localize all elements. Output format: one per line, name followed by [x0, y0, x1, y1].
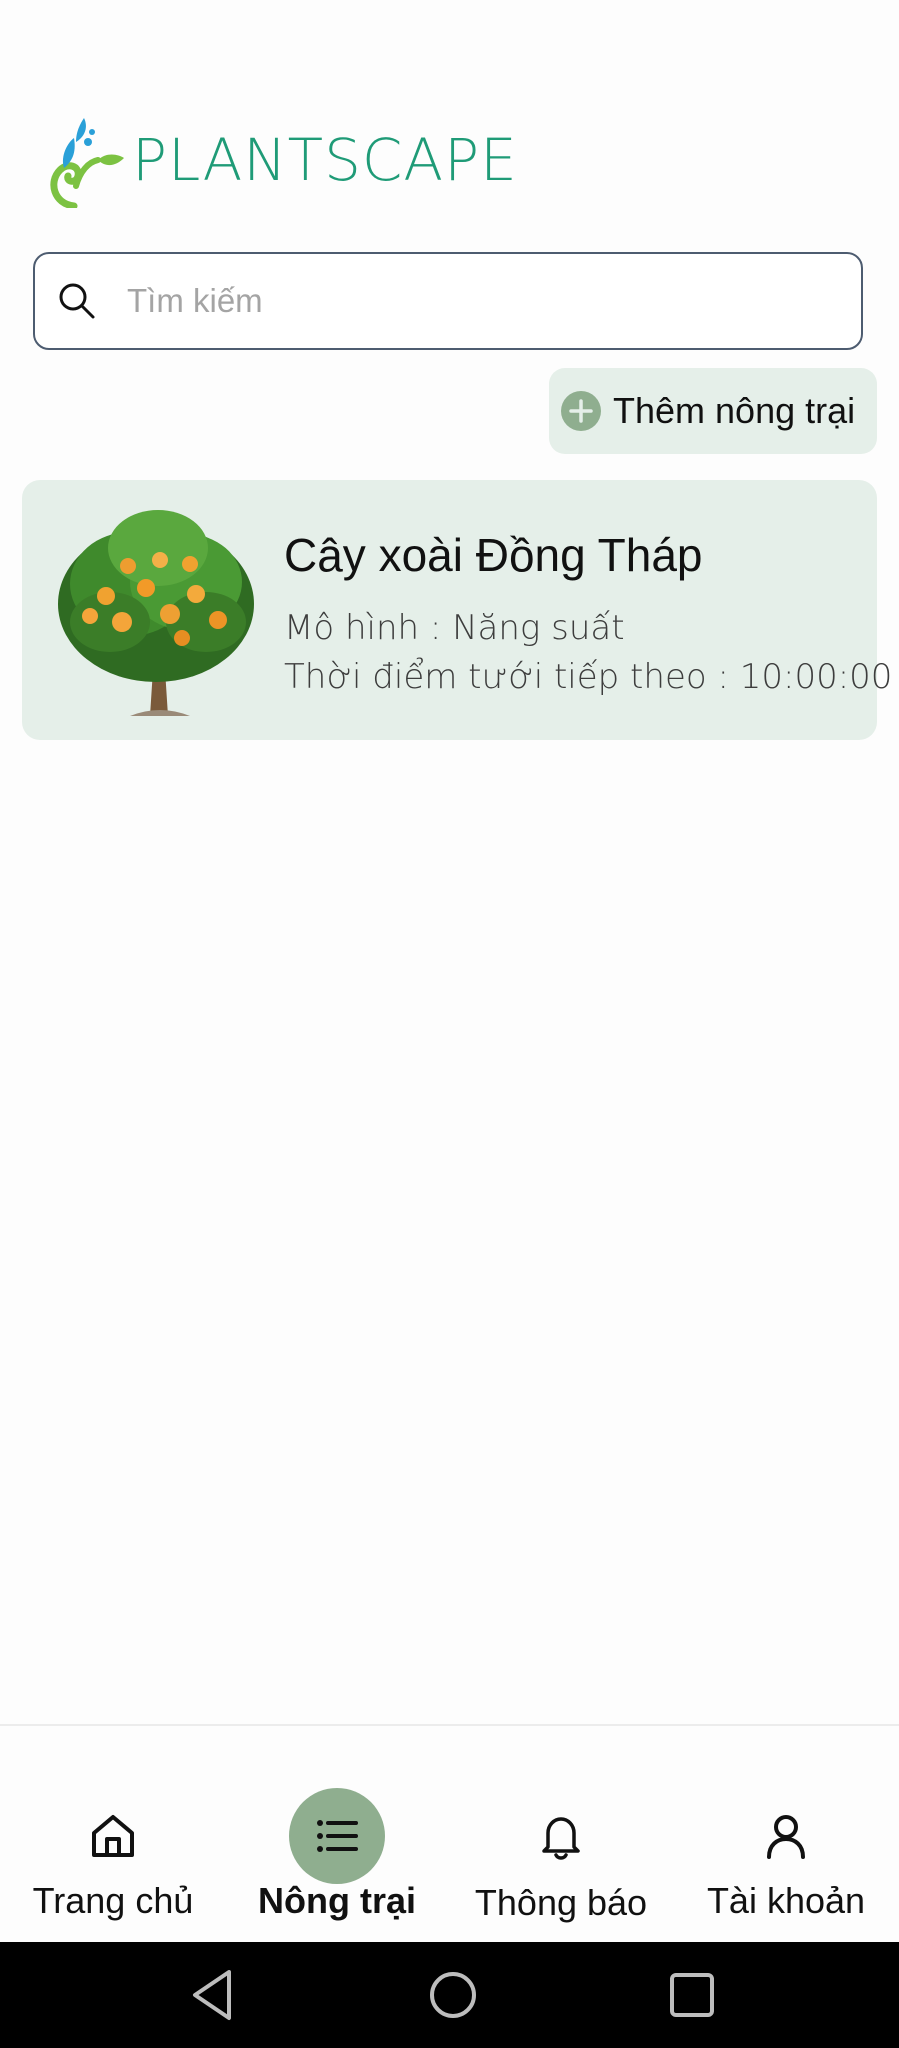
farm-card[interactable]: Cây xoài Đồng Tháp Mô hình : Năng suất T… [22, 480, 892, 740]
farm-next-watering: Thời điểm tưới tiếp theo : 10:00:00 [284, 657, 893, 697]
app-name: PLANTSCAPE [132, 126, 518, 194]
search-icon [59, 283, 95, 319]
add-farm-label: Thêm nông trại [613, 390, 856, 431]
search-input[interactable] [125, 281, 809, 321]
system-nav-bar [0, 1942, 899, 2048]
nav-item-farm[interactable]: Nông trại [225, 1726, 449, 1942]
add-farm-button[interactable]: Thêm nông trại [549, 368, 877, 454]
nav-item-account[interactable]: Tài khoản [674, 1726, 898, 1942]
recents-icon[interactable] [661, 1964, 723, 2026]
farm-model: Mô hình : Năng suất [284, 608, 625, 648]
list-icon-wrap [289, 1788, 385, 1884]
person-icon-wrap [738, 1788, 834, 1884]
home-icon [92, 1815, 134, 1857]
nav-label-account: Tài khoản [706, 1880, 866, 1921]
bell-icon [542, 1817, 580, 1860]
home-icon-wrap [65, 1788, 161, 1884]
back-icon[interactable] [183, 1964, 245, 2026]
bottom-nav: Trang chủ Nông trại Thông báo Tài khoản [0, 1726, 899, 1942]
plant-sprout-logo-icon [50, 118, 124, 208]
mango-tree-image [58, 510, 254, 716]
nav-item-home[interactable]: Trang chủ [1, 1726, 225, 1942]
nav-label-home: Trang chủ [32, 1880, 194, 1921]
home-circle-icon[interactable] [422, 1964, 484, 2026]
plus-circle-icon [561, 391, 601, 431]
person-icon [767, 1815, 805, 1859]
app-logo: PLANTSCAPE [40, 110, 518, 210]
nav-label-notifications: Thông báo [474, 1882, 648, 1923]
search-box[interactable] [33, 252, 863, 350]
nav-label-farm: Nông trại [258, 1880, 416, 1921]
nav-item-notifications[interactable]: Thông báo [449, 1726, 673, 1942]
list-icon [317, 1820, 358, 1852]
bell-icon-wrap [513, 1788, 609, 1884]
farm-name: Cây xoài Đồng Tháp [284, 529, 703, 581]
